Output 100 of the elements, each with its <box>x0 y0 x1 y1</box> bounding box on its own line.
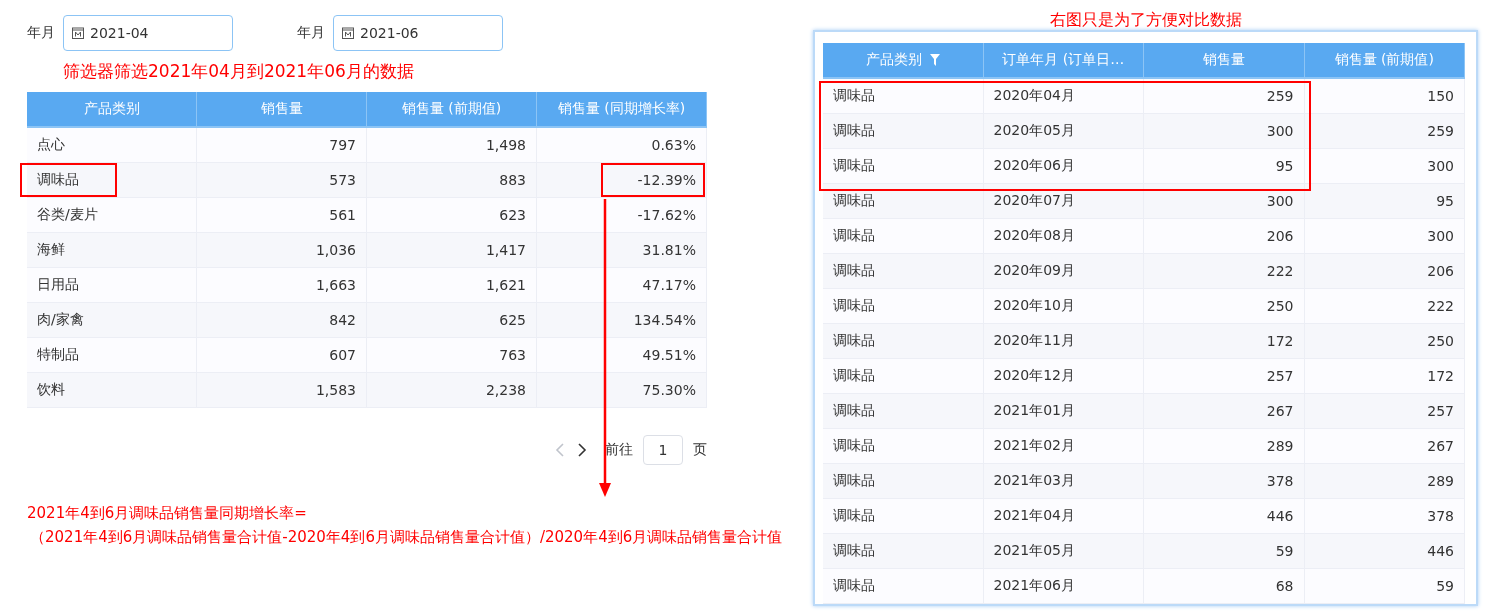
table-cell: 调味品 <box>823 114 984 149</box>
table-cell: 饮料 <box>27 373 197 408</box>
table-cell: 222 <box>1304 289 1465 324</box>
table-cell: 68 <box>1144 569 1305 604</box>
table-cell: 调味品 <box>823 184 984 219</box>
table-cell: 883 <box>367 163 537 198</box>
table-cell: 1,663 <box>197 268 367 303</box>
table-cell: 肉/家禽 <box>27 303 197 338</box>
table-cell: 2021年04月 <box>983 499 1144 534</box>
column-header: 订单年月 (订单日… <box>983 43 1144 79</box>
filter-icon[interactable] <box>929 54 940 66</box>
table-cell: 1,417 <box>367 233 537 268</box>
table-cell: 调味品 <box>823 429 984 464</box>
table-cell: 763 <box>367 338 537 373</box>
month-picker-field[interactable]: 2021-06 <box>333 15 503 51</box>
annotation-text: 右图只是为了方便对比数据 <box>1049 9 1242 31</box>
column-header: 销售量 <box>197 92 367 128</box>
month-picker-field[interactable]: 2021-04 <box>63 15 233 51</box>
table-cell: 2020年12月 <box>983 359 1144 394</box>
table-cell: -17.62% <box>537 198 707 233</box>
table-cell: 调味品 <box>823 569 984 604</box>
table-cell: 2021年02月 <box>983 429 1144 464</box>
table-cell: 842 <box>197 303 367 338</box>
table-cell: 调味品 <box>823 219 984 254</box>
table-cell: 300 <box>1144 114 1305 149</box>
table-cell: 222 <box>1144 254 1305 289</box>
table-cell: 1,621 <box>367 268 537 303</box>
table-cell: 206 <box>1304 254 1465 289</box>
column-header: 销售量 (同期增长率) <box>537 92 707 128</box>
table-cell: 2,238 <box>367 373 537 408</box>
table-cell: 2020年08月 <box>983 219 1144 254</box>
table-cell: 623 <box>367 198 537 233</box>
table-cell: 573 <box>197 163 367 198</box>
table-cell: 调味品 <box>823 254 984 289</box>
table-cell: 49.51% <box>537 338 707 373</box>
table-cell: 调味品 <box>823 534 984 569</box>
table-cell: 2020年06月 <box>983 149 1144 184</box>
table-cell: 75.30% <box>537 373 707 408</box>
table-cell: 378 <box>1304 499 1465 534</box>
table-cell: 300 <box>1144 184 1305 219</box>
table-cell: 289 <box>1304 464 1465 499</box>
page-label: 页 <box>693 441 707 459</box>
table-cell: 259 <box>1304 114 1465 149</box>
table-cell: 95 <box>1304 184 1465 219</box>
table-cell: 调味品 <box>823 289 984 324</box>
table-cell: 267 <box>1304 429 1465 464</box>
table-cell: 0.63% <box>537 128 707 163</box>
table-cell: 海鲜 <box>27 233 197 268</box>
table-cell: 2021年03月 <box>983 464 1144 499</box>
table-cell: 2020年11月 <box>983 324 1144 359</box>
calendar-icon <box>72 27 84 39</box>
table-cell: 日用品 <box>27 268 197 303</box>
table-cell: 257 <box>1144 359 1305 394</box>
table-cell: 267 <box>1144 394 1305 429</box>
table-cell: 调味品 <box>823 149 984 184</box>
table-cell: 797 <box>197 128 367 163</box>
page-input-field[interactable]: 1 <box>643 435 683 465</box>
table-cell: 2020年09月 <box>983 254 1144 289</box>
table-cell: 446 <box>1144 499 1305 534</box>
table-cell: 2020年07月 <box>983 184 1144 219</box>
calendar-icon <box>342 27 354 39</box>
table-cell: 特制品 <box>27 338 197 373</box>
table-cell: 调味品 <box>823 359 984 394</box>
table-cell: 调味品 <box>823 499 984 534</box>
table-cell: 95 <box>1144 149 1305 184</box>
table-cell: 47.17% <box>537 268 707 303</box>
table-cell: 172 <box>1144 324 1305 359</box>
table-cell: 289 <box>1144 429 1305 464</box>
table-cell: 259 <box>1144 79 1305 114</box>
table-cell: 625 <box>367 303 537 338</box>
table-cell: 59 <box>1304 569 1465 604</box>
table-cell: 250 <box>1144 289 1305 324</box>
filter-label: 年月 <box>27 24 55 42</box>
table-cell: 561 <box>197 198 367 233</box>
column-header: 产品类别 <box>27 92 197 128</box>
table-cell: 31.81% <box>537 233 707 268</box>
filter-label: 年月 <box>297 24 325 42</box>
table-cell: 2021年05月 <box>983 534 1144 569</box>
table-cell: 2021年06月 <box>983 569 1144 604</box>
column-header: 产品类别 <box>823 43 984 79</box>
table-cell: 446 <box>1304 534 1465 569</box>
table-cell: 1,036 <box>197 233 367 268</box>
table-cell: 调味品 <box>823 464 984 499</box>
table-cell: 2020年04月 <box>983 79 1144 114</box>
formula-text: （2021年4到6月调味品销售量合计值-2020年4到6月调味品销售量合计值）/2020年4到6月调味品销售量合计值 <box>30 527 784 548</box>
table-cell: 点心 <box>27 128 197 163</box>
table-cell: 1,583 <box>197 373 367 408</box>
table-cell: 调味品 <box>823 394 984 429</box>
table-cell: 2020年10月 <box>983 289 1144 324</box>
table-cell: 2020年05月 <box>983 114 1144 149</box>
formula-text: 2021年4到6月调味品销售量同期增长率= <box>27 503 308 524</box>
table-cell: 59 <box>1144 534 1305 569</box>
table-cell: 调味品 <box>823 79 984 114</box>
table-cell: 134.54% <box>537 303 707 338</box>
table-cell: 378 <box>1144 464 1305 499</box>
table-cell: 谷类/麦片 <box>27 198 197 233</box>
table-cell: 257 <box>1304 394 1465 429</box>
table-cell: 206 <box>1144 219 1305 254</box>
table-cell: 250 <box>1304 324 1465 359</box>
column-header: 销售量 (前期值) <box>367 92 537 128</box>
